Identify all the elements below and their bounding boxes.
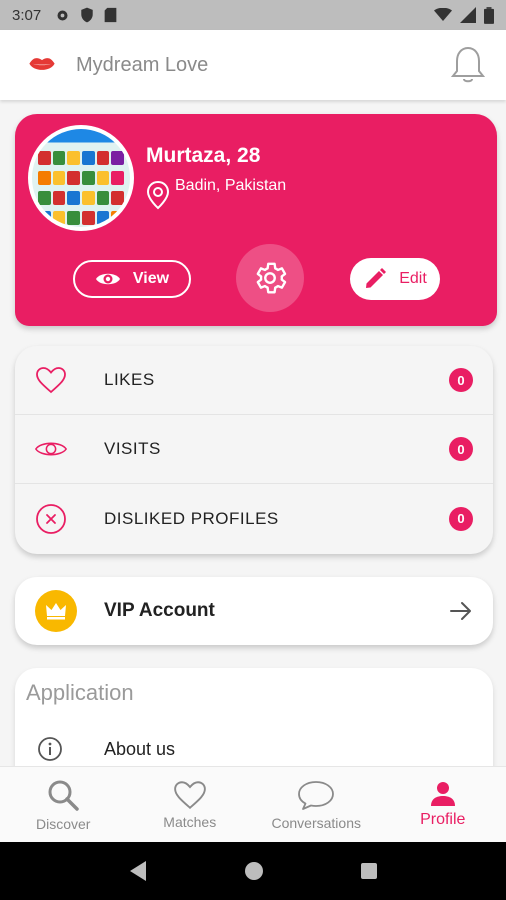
status-time: 3:07 — [12, 6, 42, 24]
signal-icon — [460, 7, 476, 23]
person-icon — [430, 781, 455, 806]
vip-account-row[interactable]: VIP Account — [15, 577, 493, 645]
profile-name: Murtaza, 28 — [146, 144, 261, 167]
avatar-photo — [32, 129, 130, 227]
nav-discover[interactable]: Discover — [0, 767, 127, 842]
sd-card-status-icon — [104, 7, 117, 23]
shield-status-icon — [81, 7, 93, 23]
search-icon — [48, 780, 79, 811]
disliked-count-badge: 0 — [449, 506, 473, 531]
application-title: Application — [26, 680, 134, 705]
avatar[interactable] — [28, 125, 134, 231]
edit-profile-button[interactable]: Edit — [350, 258, 440, 300]
app-title: Mydream Love — [76, 53, 209, 76]
notification-bell-icon[interactable] — [450, 45, 486, 85]
wifi-icon — [434, 8, 452, 21]
bottom-navigation: Discover Matches Conversations Profile — [0, 766, 506, 842]
heart-icon — [173, 780, 206, 809]
likes-count-badge: 0 — [449, 368, 473, 392]
heart-outline-icon — [36, 367, 66, 394]
nav-profile[interactable]: Profile — [380, 767, 506, 842]
nav-matches-label: Matches — [163, 813, 217, 830]
status-bar: 3:07 — [0, 0, 506, 30]
nav-conversations[interactable]: Conversations — [253, 767, 380, 842]
crown-badge — [35, 590, 77, 632]
disliked-profiles-row[interactable]: DISLIKED PROFILES 0 — [15, 484, 493, 553]
arrow-right-icon — [450, 602, 471, 620]
battery-icon — [484, 6, 494, 24]
pencil-icon — [366, 268, 387, 288]
gear-icon — [256, 262, 287, 294]
stats-card: LIKES 0 VISITS 0 DISLIKED PROFILES 0 — [15, 346, 493, 554]
logo-lips-icon — [29, 58, 55, 70]
vip-account-label: VIP Account — [104, 600, 215, 621]
location-pin-icon — [146, 180, 170, 210]
close-circle-icon — [36, 503, 66, 534]
likes-row[interactable]: LIKES 0 — [15, 346, 493, 415]
back-icon[interactable] — [128, 860, 148, 882]
app-bar: Mydream Love — [0, 30, 506, 100]
visits-label: VISITS — [104, 439, 161, 458]
disliked-profiles-label: DISLIKED PROFILES — [104, 508, 279, 528]
settings-status-icon — [57, 10, 68, 20]
nav-discover-label: Discover — [36, 815, 91, 832]
view-profile-button[interactable]: View — [73, 260, 191, 298]
system-navigation-bar — [0, 842, 506, 900]
visits-row[interactable]: VISITS 0 — [15, 415, 493, 484]
eye-icon — [95, 273, 120, 285]
settings-button[interactable] — [236, 244, 304, 312]
recents-icon[interactable] — [360, 862, 378, 880]
likes-label: LIKES — [104, 370, 155, 389]
chat-bubble-icon — [298, 780, 335, 810]
info-icon — [38, 737, 62, 761]
profile-location: Badin, Pakistan — [175, 177, 287, 194]
crown-icon — [46, 603, 66, 620]
nav-conversations-label: Conversations — [271, 814, 362, 831]
eye-outline-icon — [35, 442, 67, 456]
about-us-item[interactable]: About us — [104, 739, 175, 760]
edit-button-label: Edit — [399, 270, 427, 287]
home-icon[interactable] — [244, 861, 264, 881]
nav-profile-label: Profile — [420, 810, 466, 828]
visits-count-badge: 0 — [449, 437, 473, 461]
view-button-label: View — [132, 270, 170, 287]
nav-matches[interactable]: Matches — [127, 767, 254, 842]
profile-card: Murtaza, 28 Badin, Pakistan View Edit — [15, 114, 497, 326]
